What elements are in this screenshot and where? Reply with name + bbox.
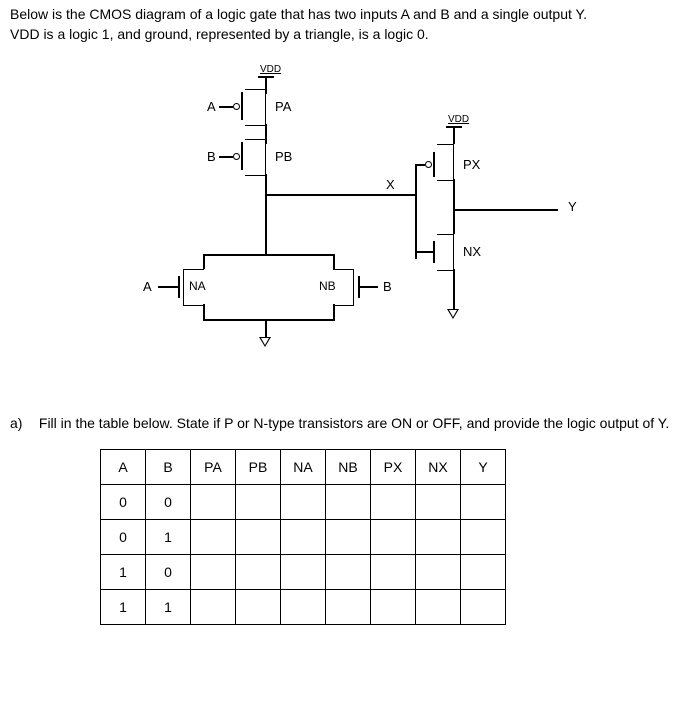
th-NA: NA (281, 449, 326, 484)
input-b-pb: B (207, 149, 216, 164)
th-NX: NX (416, 449, 461, 484)
transistor-na: NA (189, 279, 206, 293)
th-Y: Y (461, 449, 506, 484)
th-PA: PA (191, 449, 236, 484)
question-a: a) Fill in the table below. State if P o… (10, 414, 676, 434)
input-a-pa: A (207, 99, 216, 114)
transistor-pa: PA (275, 99, 291, 114)
transistor-pb: PB (275, 149, 292, 164)
table-row: 1 1 (101, 589, 506, 624)
input-a-na: A (143, 279, 152, 294)
vdd-label-2: VDD (448, 114, 469, 125)
question-a-text: Fill in the table below. State if P or N… (39, 415, 669, 431)
cmos-diagram: VDD A PA B PB X A NA B NB VDD (93, 64, 593, 384)
question-letter: a) (10, 414, 35, 434)
ground-icon-2 (447, 309, 459, 319)
input-b-nb: B (383, 279, 392, 294)
table-header-row: A B PA PB NA NB PX NX Y (101, 449, 506, 484)
intro-text: Below is the CMOS diagram of a logic gat… (10, 5, 676, 44)
table-row: 0 0 (101, 484, 506, 519)
th-B: B (146, 449, 191, 484)
ground-icon (259, 337, 271, 347)
node-x: X (386, 177, 395, 192)
th-NB: NB (326, 449, 371, 484)
th-PB: PB (236, 449, 281, 484)
th-PX: PX (371, 449, 416, 484)
truth-table: A B PA PB NA NB PX NX Y 0 0 0 1 1 0 (100, 449, 506, 625)
table-row: 1 0 (101, 554, 506, 589)
transistor-px: PX (463, 157, 480, 172)
th-A: A (101, 449, 146, 484)
transistor-nx: NX (463, 244, 481, 259)
transistor-nb: NB (319, 279, 336, 293)
table-row: 0 1 (101, 519, 506, 554)
vdd-label-1: VDD (260, 64, 281, 75)
intro-line1: Below is the CMOS diagram of a logic gat… (10, 6, 587, 22)
output-y: Y (568, 199, 577, 214)
intro-line2: VDD is a logic 1, and ground, represente… (10, 26, 429, 42)
